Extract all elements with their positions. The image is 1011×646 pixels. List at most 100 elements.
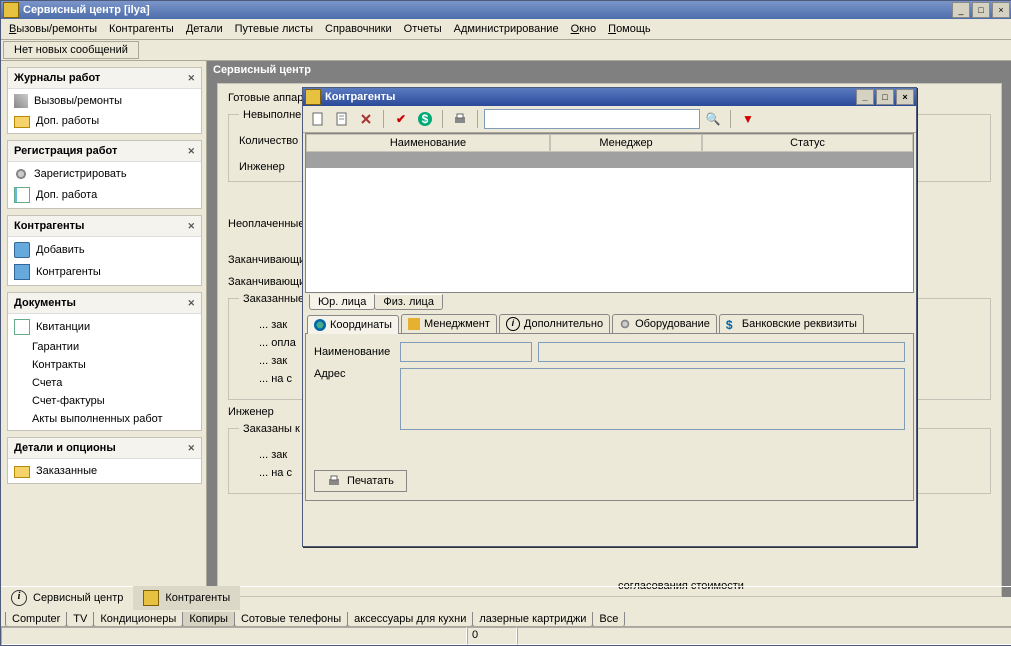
sidebar-item-acts[interactable]: Акты выполненных работ xyxy=(8,410,201,428)
titlebar: Сервисный центр [ilya] _ □ × xyxy=(1,1,1011,19)
inner-toolbar: ✔ $ 🔍 ▼ xyxy=(303,106,916,133)
footer-tab-laser[interactable]: лазерные картриджи xyxy=(472,612,593,627)
column-manager[interactable]: Менеджер xyxy=(550,134,702,152)
menu-refs[interactable]: Справочники xyxy=(321,21,400,37)
mdi-title: Сервисный центр xyxy=(207,61,1011,79)
window-title: Сервисный центр [ilya] xyxy=(23,4,952,16)
inner-window-title: Контрагенты xyxy=(325,91,856,103)
sidebar-item-calls[interactable]: Вызовы/ремонты xyxy=(8,91,201,111)
dollar-icon: $ xyxy=(726,318,738,330)
menu-help[interactable]: Помощь xyxy=(604,21,659,37)
sidebar-item-contragents-list[interactable]: Контрагенты xyxy=(8,261,201,283)
footer-tab-computer[interactable]: Computer xyxy=(5,612,67,627)
entity-type-tabs: Юр. лица Физ. лица xyxy=(305,292,914,310)
detail-panel: Наименование Адрес Печатать xyxy=(305,334,914,501)
message-bar: Нет новых сообщений xyxy=(1,40,1011,61)
address-field[interactable] xyxy=(400,368,905,430)
group-ordered: Заказанные xyxy=(239,293,308,305)
label-name: Наименование xyxy=(314,346,394,358)
menu-contragents[interactable]: Контрагенты xyxy=(105,21,182,37)
task-contragents[interactable]: Контрагенты xyxy=(133,586,240,610)
panel-header-documents[interactable]: Документы✕ xyxy=(8,293,201,314)
edit-button[interactable] xyxy=(331,108,353,130)
sidebar-item-contracts[interactable]: Контракты xyxy=(8,356,201,374)
folder-icon xyxy=(14,466,30,478)
menu-admin[interactable]: Администрирование xyxy=(450,21,567,37)
chevron-up-icon: ✕ xyxy=(187,146,195,157)
inner-minimize-button[interactable]: _ xyxy=(856,89,874,105)
receipt-icon xyxy=(14,319,30,335)
name-field[interactable] xyxy=(400,342,532,362)
sidebar-item-ordered[interactable]: Заказанные xyxy=(8,461,201,481)
delete-button[interactable] xyxy=(355,108,377,130)
sidebar-item-receipts[interactable]: Квитанции xyxy=(8,316,201,338)
close-button[interactable]: × xyxy=(992,2,1010,18)
chevron-up-icon: ✕ xyxy=(187,73,195,84)
name-field-2[interactable] xyxy=(538,342,905,362)
contragents-grid[interactable]: Наименование Менеджер Статус xyxy=(305,133,914,293)
sidebar-item-extra-works[interactable]: Доп. работы xyxy=(8,111,201,131)
filter-clear-button[interactable]: ▼ xyxy=(737,108,759,130)
inner-maximize-button[interactable]: □ xyxy=(876,89,894,105)
panel-header-journals[interactable]: Журналы работ✕ xyxy=(8,68,201,89)
info-icon: i xyxy=(506,317,520,331)
sidebar-item-warranties[interactable]: Гарантии xyxy=(8,338,201,356)
minimize-button[interactable]: _ xyxy=(952,2,970,18)
window-icon xyxy=(143,590,159,606)
panel-header-details[interactable]: Детали и опционы✕ xyxy=(8,438,201,459)
panel-contragents: Контрагенты✕ Добавить Контрагенты xyxy=(7,215,202,286)
binoculars-icon[interactable]: 🔍 xyxy=(702,108,724,130)
tab-equipment[interactable]: Оборудование xyxy=(612,314,717,333)
task-service-center[interactable]: iСервисный центр xyxy=(1,586,133,610)
maximize-button[interactable]: □ xyxy=(972,2,990,18)
inner-close-button[interactable]: × xyxy=(896,89,914,105)
sidebar-item-factures[interactable]: Счет-фактуры xyxy=(8,392,201,410)
footer-tab-tv[interactable]: TV xyxy=(66,612,94,627)
gear-icon xyxy=(14,167,28,181)
search-input[interactable] xyxy=(484,109,700,129)
sidebar-item-register[interactable]: Зарегистрировать xyxy=(8,164,201,184)
tab-physical[interactable]: Физ. лица xyxy=(374,294,443,310)
no-messages-button[interactable]: Нет новых сообщений xyxy=(3,41,139,59)
panel-details: Детали и опционы✕ Заказанные xyxy=(7,437,202,484)
footer-tab-kitchen[interactable]: аксессуары для кухни xyxy=(347,612,473,627)
sidebar: Журналы работ✕ Вызовы/ремонты Доп. работ… xyxy=(1,61,206,597)
grid-selected-row[interactable] xyxy=(306,152,913,168)
sidebar-item-add-contragent[interactable]: Добавить xyxy=(8,239,201,261)
tab-bank[interactable]: $Банковские реквизиты xyxy=(719,314,864,333)
statusbar: 0 xyxy=(1,626,1011,645)
chevron-up-icon: ✕ xyxy=(187,298,195,309)
folder-icon xyxy=(14,116,30,128)
footer-tab-phones[interactable]: Сотовые телефоны xyxy=(234,612,348,627)
tab-legal[interactable]: Юр. лица xyxy=(309,294,375,310)
print-detail-button[interactable]: Печатать xyxy=(314,470,407,492)
status-cell-1 xyxy=(1,627,467,645)
new-button[interactable] xyxy=(307,108,329,130)
chevron-up-icon: ✕ xyxy=(187,221,195,232)
column-name[interactable]: Наименование xyxy=(306,134,550,152)
sidebar-item-invoices[interactable]: Счета xyxy=(8,374,201,392)
panel-header-registration[interactable]: Регистрация работ✕ xyxy=(8,141,201,162)
footer-tab-all[interactable]: Все xyxy=(592,612,625,627)
footer-tab-cond[interactable]: Кондиционеры xyxy=(93,612,183,627)
app-icon xyxy=(3,2,19,18)
add-icon xyxy=(14,242,30,258)
mdi-taskbar: iСервисный центр Контрагенты xyxy=(1,586,1011,609)
menu-details[interactable]: Детали xyxy=(182,21,231,37)
tab-coords[interactable]: Координаты xyxy=(307,315,399,334)
footer-tab-copy[interactable]: Копиры xyxy=(182,612,235,627)
tab-management[interactable]: Менеджмент xyxy=(401,314,497,333)
menu-reports[interactable]: Отчеты xyxy=(400,21,450,37)
chevron-up-icon: ✕ xyxy=(187,443,195,454)
category-tabs: Computer TV Кондиционеры Копиры Сотовые … xyxy=(5,612,624,627)
menu-window[interactable]: Окно xyxy=(567,21,605,37)
panel-header-contragents[interactable]: Контрагенты✕ xyxy=(8,216,201,237)
menu-calls[interactable]: Вызовы/ремонты xyxy=(5,21,105,37)
check-button[interactable]: ✔ xyxy=(390,108,412,130)
sidebar-item-extra-work[interactable]: Доп. работа xyxy=(8,184,201,206)
money-button[interactable]: $ xyxy=(414,108,436,130)
tab-extra[interactable]: iДополнительно xyxy=(499,314,610,333)
column-status[interactable]: Статус xyxy=(702,134,913,152)
menu-routes[interactable]: Путевые листы xyxy=(231,21,321,37)
print-button[interactable] xyxy=(449,108,471,130)
